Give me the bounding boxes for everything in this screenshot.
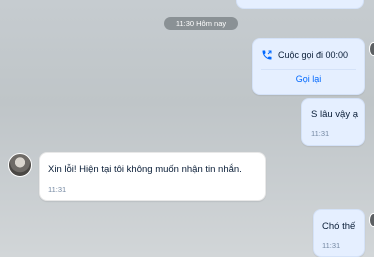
message-text: Chó thế — [322, 221, 356, 232]
received-message-bubble[interactable]: Xin lỗi! Hiện tại tôi không muốn nhận ti… — [39, 152, 266, 201]
sent-message-bubble[interactable]: S lâu vậy ạ 11:31 — [301, 98, 365, 146]
message-time: 11:31 — [322, 241, 341, 250]
message-text: Xin lỗi! Hiện tại tôi không muốn nhận ti… — [48, 164, 242, 175]
sent-message-bubble[interactable]: Chó thế 11:31 — [313, 209, 365, 257]
call-divider — [261, 69, 356, 70]
outgoing-call-icon — [262, 50, 272, 60]
date-time-divider: 11:30 Hôm nay — [164, 17, 238, 30]
previous-message-bubble[interactable] — [236, 0, 364, 9]
sender-avatar-edge — [369, 213, 374, 227]
contact-avatar[interactable] — [8, 153, 32, 177]
time-divider-label: 11:30 Hôm nay — [175, 19, 227, 28]
outgoing-call-bubble[interactable]: Cuộc gọi đi 00:00 Gọi lại — [252, 38, 365, 95]
message-time: 11:31 — [311, 129, 330, 138]
call-back-button[interactable]: Gọi lại — [253, 74, 364, 84]
call-info-row: Cuộc gọi đi 00:00 — [261, 49, 348, 61]
sender-avatar-edge — [369, 42, 374, 56]
message-time: 11:31 — [48, 185, 67, 194]
call-status-label: Cuộc gọi đi 00:00 — [278, 50, 349, 60]
message-text: S lâu vậy ạ — [311, 109, 358, 120]
